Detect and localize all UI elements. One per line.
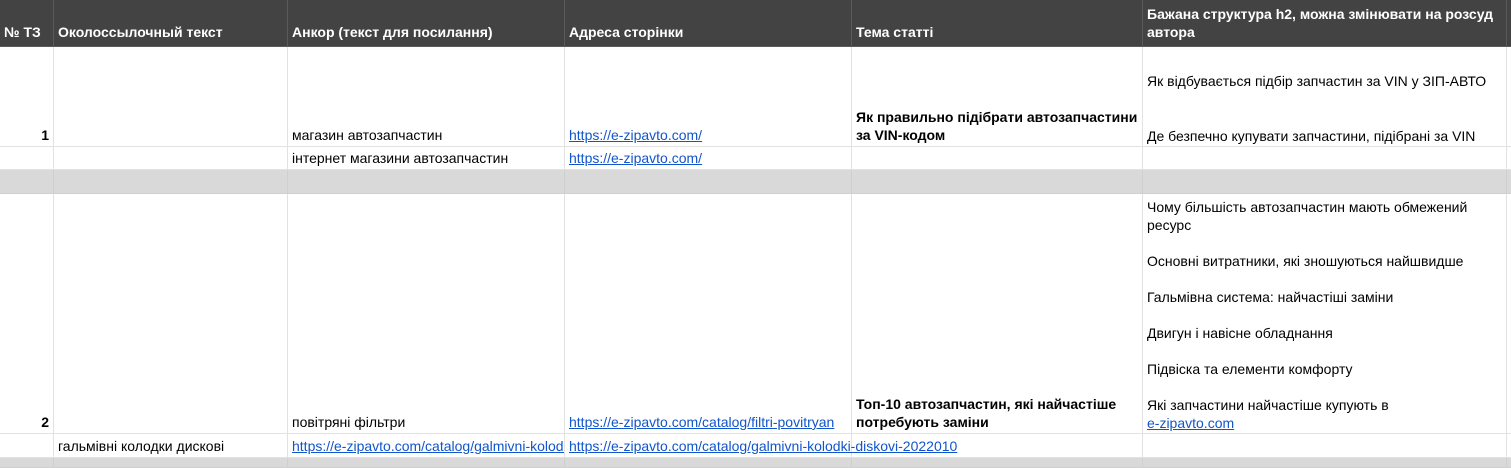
extra-cell[interactable] (1507, 194, 1511, 434)
table-row: інтернет магазини автозапчастин https://… (0, 147, 1511, 170)
structure-cell[interactable] (1143, 434, 1507, 458)
extra-cell[interactable] (1507, 147, 1511, 170)
separator-cell[interactable] (0, 458, 54, 468)
separator-cell[interactable] (288, 458, 565, 468)
table-row: гальмівні колодки дискові https://e-zipa… (0, 434, 1511, 458)
task-number-cell[interactable]: 1 (0, 47, 54, 147)
topic-cell[interactable] (852, 147, 1143, 170)
header-context-label: Околоссылочный текст (58, 24, 223, 40)
spreadsheet-grid: № ТЗ Околоссылочный текст Анкор (текст д… (0, 0, 1511, 468)
separator-row (0, 170, 1511, 194)
header-address[interactable]: Адреса сторінки (565, 0, 852, 47)
header-structure[interactable]: Бажана структура h2, можна змінювати на … (1143, 0, 1507, 47)
anchor-text: повітряні фільтри (292, 414, 406, 430)
separator-cell[interactable] (54, 458, 288, 468)
task-number-cell[interactable] (0, 434, 54, 458)
address-cell[interactable]: https://e-zipavto.com/ (565, 147, 852, 170)
anchor-text: магазин автозапчастин (292, 127, 443, 143)
anchor-cell[interactable]: інтернет магазини автозапчастин (288, 147, 565, 170)
separator-cell[interactable] (1143, 458, 1507, 468)
address-cell[interactable]: https://e-zipavto.com/ (565, 47, 852, 147)
separator-cell[interactable] (54, 170, 288, 194)
topic-cell[interactable]: Топ-10 автозапчастин, які найчастіше пот… (852, 194, 1143, 434)
address-link[interactable]: https://e-zipavto.com/catalog/filtri-pov… (569, 413, 847, 431)
context-cell[interactable] (54, 47, 288, 147)
task-number-cell[interactable]: 2 (0, 194, 54, 434)
anchor-cell[interactable]: магазин автозапчастин (288, 47, 565, 147)
context-cell[interactable] (54, 194, 288, 434)
header-address-label: Адреса сторінки (569, 24, 684, 40)
h2-item: Як відбувається підбір запчастин за VIN … (1147, 73, 1487, 89)
separator-cell[interactable] (852, 170, 1143, 194)
header-topic[interactable]: Тема статті (852, 0, 1143, 47)
h2-item-link[interactable]: e-zipavto.com (1147, 415, 1234, 431)
header-anchor-label: Анкор (текст для посилання) (292, 24, 493, 40)
h2-item: Чому більшість автозапчастин мають обмеж… (1147, 199, 1468, 233)
structure-cell[interactable]: Як відбувається підбір запчастин за VIN … (1143, 47, 1507, 147)
context-cell[interactable] (54, 147, 288, 170)
topic-text: Як правильно підібрати автозапчастини за… (856, 109, 1138, 143)
h2-item: Двигун і навісне обладнання (1147, 325, 1333, 341)
h2-item: Підвіска та елементи комфорту (1147, 361, 1353, 377)
anchor-link[interactable]: https://e-zipavto.com/catalog/galmivni-k… (292, 437, 564, 455)
header-topic-label: Тема статті (856, 24, 934, 40)
separator-cell[interactable] (0, 170, 54, 194)
table-row: 1 магазин автозапчастин https://e-zipavt… (0, 47, 1511, 147)
address-link[interactable]: https://e-zipavto.com/catalog/galmivni-k… (569, 437, 957, 455)
header-context[interactable]: Околоссылочный текст (54, 0, 288, 47)
header-row: № ТЗ Околоссылочный текст Анкор (текст д… (0, 0, 1511, 47)
task-number-cell[interactable] (0, 147, 54, 170)
h2-item: Де безпечно купувати запчастини, підібра… (1147, 128, 1476, 144)
header-extra[interactable] (1507, 0, 1511, 47)
header-num[interactable]: № ТЗ (0, 0, 54, 47)
task-number: 2 (41, 414, 49, 430)
extra-cell[interactable] (1507, 47, 1511, 147)
context-text: гальмівні колодки дискові (58, 438, 225, 454)
separator-cell[interactable] (1143, 170, 1507, 194)
separator-cell[interactable] (565, 170, 852, 194)
separator-row (0, 458, 1511, 468)
structure-cell[interactable] (1143, 147, 1507, 170)
h2-item-text: Які запчастини найчастіше купують в (1147, 397, 1389, 413)
topic-text: Топ-10 автозапчастин, які найчастіше пот… (856, 396, 1117, 430)
h2-item: Основні витратники, які зношуються найшв… (1147, 253, 1464, 269)
address-cell[interactable]: https://e-zipavto.com/catalog/filtri-pov… (565, 194, 852, 434)
header-anchor[interactable]: Анкор (текст для посилання) (288, 0, 565, 47)
h2-item: Гальмівна система: найчастіші заміни (1147, 289, 1394, 305)
address-link[interactable]: https://e-zipavto.com/ (569, 126, 847, 144)
task-number: 1 (41, 127, 49, 143)
separator-cell[interactable] (852, 458, 1143, 468)
table-row: 2 повітряні фільтри https://e-zipavto.co… (0, 194, 1511, 434)
anchor-cell[interactable]: повітряні фільтри (288, 194, 565, 434)
topic-cell[interactable] (852, 434, 1143, 458)
address-link[interactable]: https://e-zipavto.com/ (569, 149, 847, 167)
extra-cell[interactable] (1507, 434, 1511, 458)
separator-cell[interactable] (288, 170, 565, 194)
topic-cell[interactable]: Як правильно підібрати автозапчастини за… (852, 47, 1143, 147)
context-cell[interactable]: гальмівні колодки дискові (54, 434, 288, 458)
structure-cell[interactable]: Чому більшість автозапчастин мають обмеж… (1143, 194, 1507, 434)
h2-item-last: Які запчастини найчастіше купують в e-zi… (1147, 396, 1502, 432)
anchor-text: інтернет магазини автозапчастин (292, 150, 509, 166)
header-num-label: № ТЗ (4, 24, 41, 40)
address-cell[interactable]: https://e-zipavto.com/catalog/galmivni-k… (565, 434, 957, 458)
separator-cell[interactable] (1507, 170, 1511, 194)
separator-cell[interactable] (1507, 458, 1511, 468)
separator-cell[interactable] (565, 458, 852, 468)
header-structure-label: Бажана структура h2, можна змінювати на … (1147, 6, 1494, 40)
anchor-cell[interactable]: https://e-zipavto.com/catalog/galmivni-k… (288, 434, 565, 458)
